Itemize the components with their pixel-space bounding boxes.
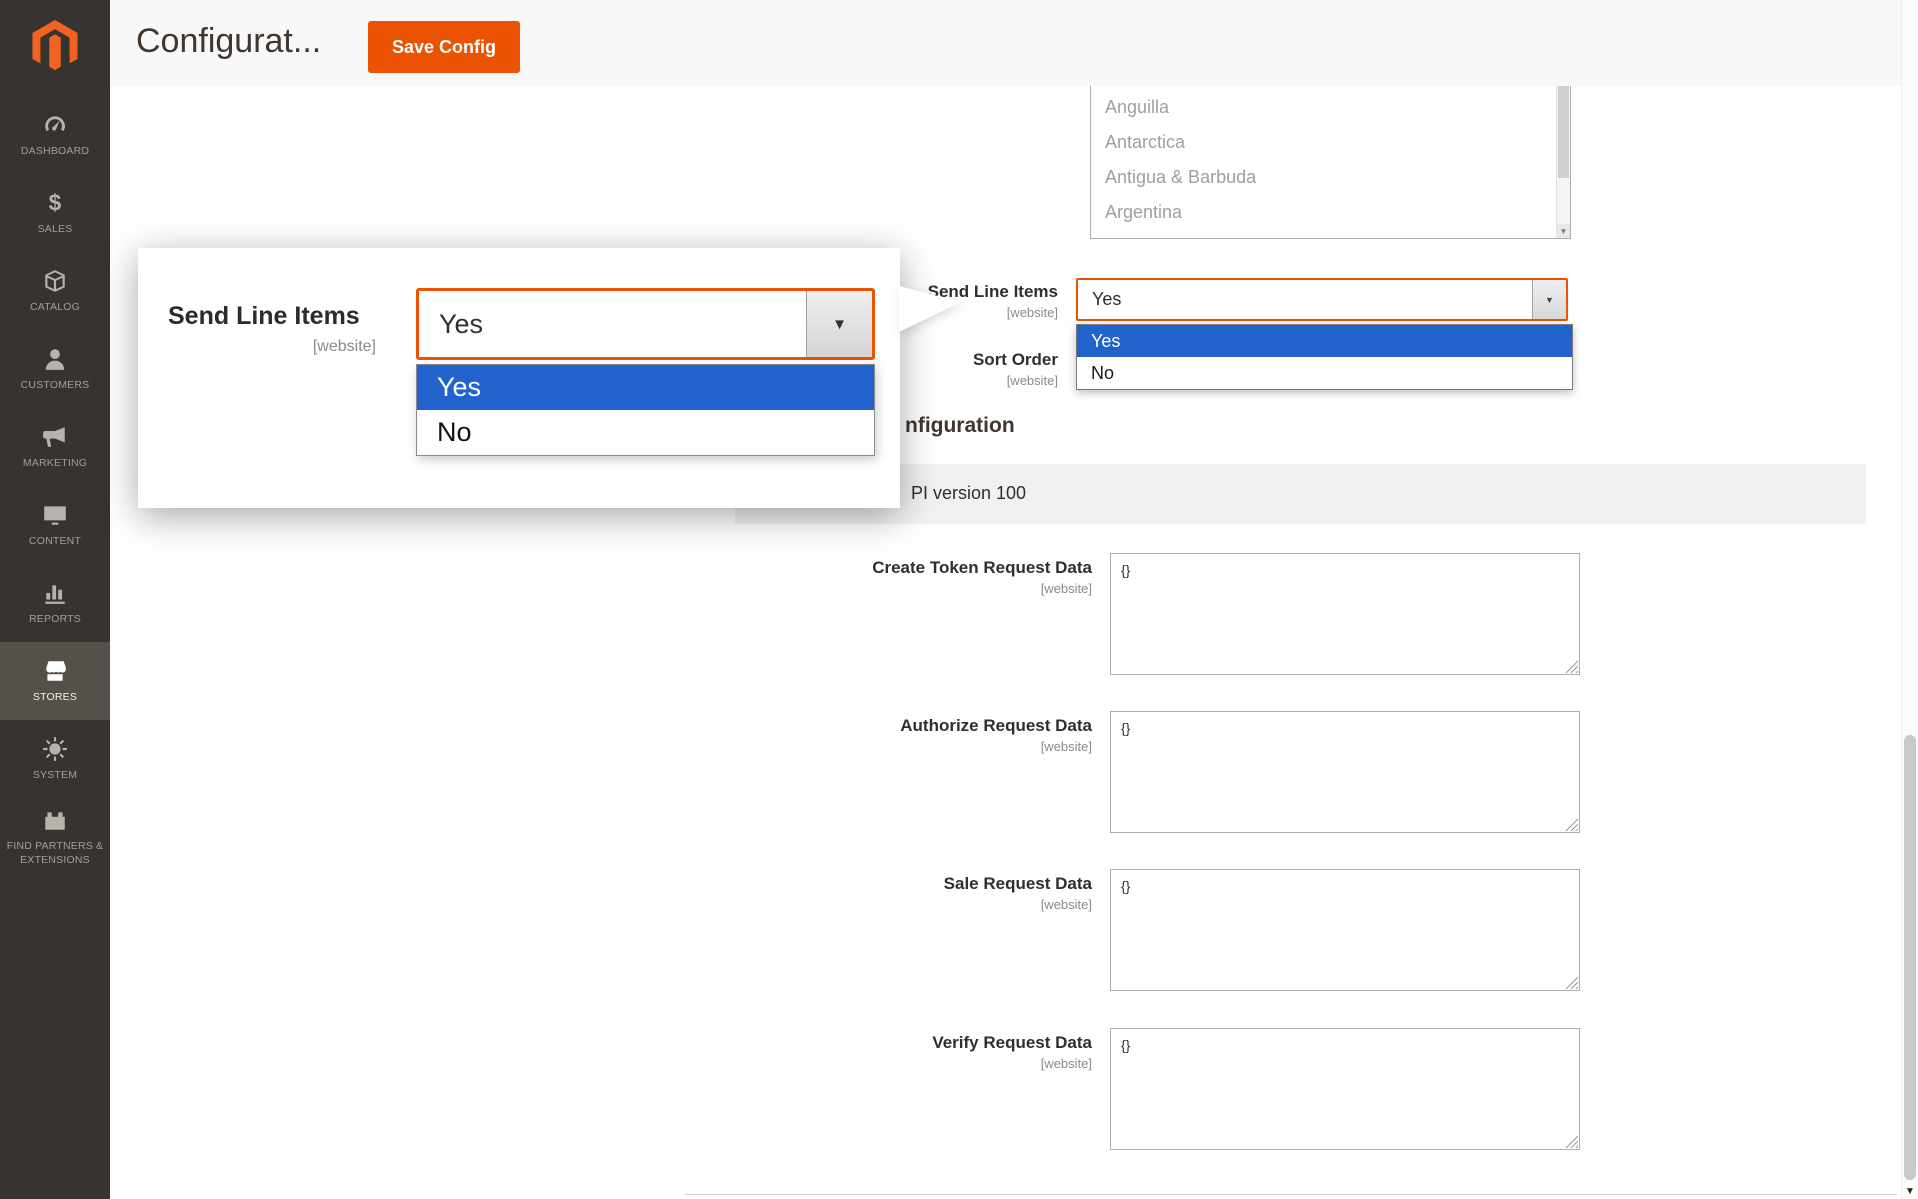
country-option[interactable]: Antigua & Barbuda bbox=[1091, 160, 1570, 195]
sidebar: DASHBOARD $ SALES CATALOG CUSTOMERS bbox=[0, 0, 110, 1199]
popup-pointer-tail bbox=[899, 286, 961, 332]
sidebar-item-label: MARKETING bbox=[23, 457, 87, 470]
send-line-items-dropdown: Yes No bbox=[1076, 324, 1573, 390]
country-multiselect[interactable]: Anguilla Antarctica Antigua & Barbuda Ar… bbox=[1090, 86, 1571, 239]
sidebar-menu: DASHBOARD $ SALES CATALOG CUSTOMERS bbox=[0, 96, 110, 876]
sidebar-item-label: CONTENT bbox=[29, 535, 81, 548]
country-option[interactable]: Anguilla bbox=[1091, 90, 1570, 125]
authorize-request-data-textarea[interactable]: {} bbox=[1110, 711, 1580, 833]
page-title: Configurat... bbox=[136, 22, 321, 61]
section-divider bbox=[685, 1194, 1897, 1195]
popup-dropdown-option-yes[interactable]: Yes bbox=[417, 365, 874, 410]
field-scope-text: [website] bbox=[852, 897, 1092, 912]
sidebar-item-stores[interactable]: STORES bbox=[0, 642, 110, 720]
sidebar-item-label: DASHBOARD bbox=[21, 145, 89, 158]
svg-text:$: $ bbox=[49, 190, 62, 216]
scrollbar-down-arrow-icon[interactable]: ▼ bbox=[1902, 1186, 1918, 1197]
popup-dropdown: Yes No bbox=[416, 364, 875, 456]
system-icon bbox=[42, 736, 68, 762]
sidebar-item-label: SALES bbox=[38, 223, 73, 236]
sidebar-item-catalog[interactable]: CATALOG bbox=[0, 252, 110, 330]
field-scope-text: [website] bbox=[852, 581, 1092, 596]
create-token-request-data-label: Create Token Request Data [website] bbox=[852, 558, 1092, 596]
page-scrollbar-thumb[interactable] bbox=[1904, 735, 1916, 1180]
chevron-down-icon[interactable]: ▼ bbox=[806, 291, 872, 357]
field-scope-text: [website] bbox=[852, 739, 1092, 754]
country-list-scrollbar[interactable]: ▼ bbox=[1556, 86, 1570, 238]
sale-request-data-label: Sale Request Data [website] bbox=[852, 874, 1092, 912]
dropdown-option-yes[interactable]: Yes bbox=[1077, 325, 1572, 357]
field-label-text: Authorize Request Data bbox=[852, 716, 1092, 736]
verify-request-data-label: Verify Request Data [website] bbox=[852, 1033, 1092, 1071]
page-header: Configurat... Save Config bbox=[110, 0, 1918, 86]
marketing-icon bbox=[42, 424, 68, 450]
sidebar-item-find-partners-extensions[interactable]: FIND PARTNERS & EXTENSIONS bbox=[0, 798, 110, 876]
sidebar-item-reports[interactable]: REPORTS bbox=[0, 564, 110, 642]
country-option[interactable]: Antarctica bbox=[1091, 125, 1570, 160]
version-text: PI version 100 bbox=[911, 483, 1026, 504]
sidebar-item-content[interactable]: CONTENT bbox=[0, 486, 110, 564]
country-list-scrollbar-thumb[interactable] bbox=[1558, 86, 1569, 178]
scroll-down-arrow-icon[interactable]: ▼ bbox=[1557, 224, 1570, 238]
content-icon bbox=[42, 502, 68, 528]
sidebar-item-label: SYSTEM bbox=[33, 769, 77, 782]
magento-admin-screen: DASHBOARD $ SALES CATALOG CUSTOMERS bbox=[0, 0, 1918, 1199]
dashboard-icon bbox=[42, 112, 68, 138]
country-option[interactable]: Argentina bbox=[1091, 195, 1570, 230]
sidebar-item-sales[interactable]: $ SALES bbox=[0, 174, 110, 252]
verify-request-data-textarea[interactable]: {} bbox=[1110, 1028, 1580, 1150]
version-bar: PI version 100 bbox=[735, 464, 1866, 524]
page-vertical-scrollbar[interactable]: ▼ bbox=[1901, 0, 1918, 1199]
extensions-icon bbox=[42, 807, 68, 833]
popup-select-value: Yes bbox=[439, 291, 483, 357]
sidebar-item-system[interactable]: SYSTEM bbox=[0, 720, 110, 798]
popup-field-scope: [website] bbox=[168, 338, 376, 356]
popup-field-label: Send Line Items bbox=[168, 302, 360, 331]
sidebar-item-customers[interactable]: CUSTOMERS bbox=[0, 330, 110, 408]
magento-logo[interactable] bbox=[0, 0, 110, 96]
sidebar-item-label: CATALOG bbox=[30, 301, 80, 314]
popup-send-line-items-select[interactable]: Yes ▼ bbox=[416, 288, 875, 360]
field-label-text: Create Token Request Data bbox=[852, 558, 1092, 578]
create-token-request-data-textarea[interactable]: {} bbox=[1110, 553, 1580, 675]
catalog-icon bbox=[42, 268, 68, 294]
field-scope-text: [website] bbox=[852, 1056, 1092, 1071]
select-value: Yes bbox=[1092, 280, 1121, 319]
magnifier-popup: Send Line Items [website] Yes ▼ Yes No bbox=[138, 248, 900, 508]
authorize-request-data-label: Authorize Request Data [website] bbox=[852, 716, 1092, 754]
field-label-text: Sale Request Data bbox=[852, 874, 1092, 894]
sidebar-item-label: CUSTOMERS bbox=[21, 379, 90, 392]
stores-icon bbox=[42, 658, 68, 684]
customers-icon bbox=[42, 346, 68, 372]
section-heading: nfiguration bbox=[905, 414, 1015, 438]
sidebar-item-label: STORES bbox=[33, 691, 77, 704]
chevron-down-icon[interactable]: ▼ bbox=[1532, 280, 1566, 319]
reports-icon bbox=[42, 580, 68, 606]
sale-request-data-textarea[interactable]: {} bbox=[1110, 869, 1580, 991]
magento-logo-icon bbox=[32, 20, 78, 77]
sidebar-item-label: REPORTS bbox=[29, 613, 81, 626]
field-label-text: Verify Request Data bbox=[852, 1033, 1092, 1053]
sales-icon: $ bbox=[42, 190, 68, 216]
sidebar-item-marketing[interactable]: MARKETING bbox=[0, 408, 110, 486]
popup-dropdown-option-no[interactable]: No bbox=[417, 410, 874, 455]
dropdown-option-no[interactable]: No bbox=[1077, 357, 1572, 389]
save-config-button[interactable]: Save Config bbox=[368, 21, 520, 73]
sidebar-item-label: FIND PARTNERS & EXTENSIONS bbox=[4, 840, 106, 866]
send-line-items-select[interactable]: Yes ▼ bbox=[1076, 278, 1568, 321]
sidebar-item-dashboard[interactable]: DASHBOARD bbox=[0, 96, 110, 174]
